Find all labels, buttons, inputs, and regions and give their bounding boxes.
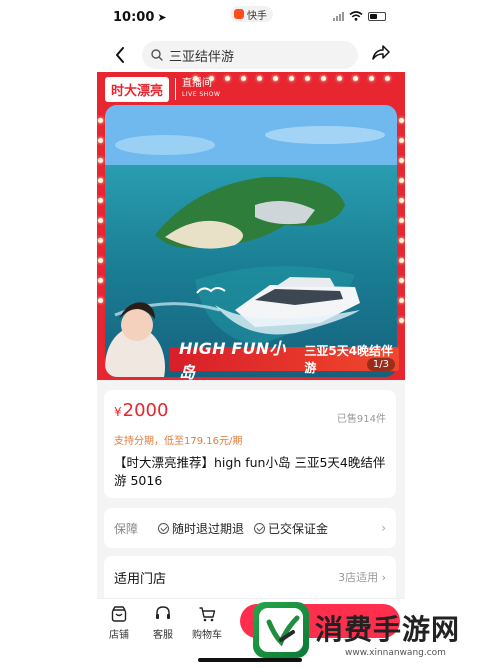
applicable-stores-row[interactable]: 适用门店 3店适用 › — [104, 556, 396, 598]
sold-count: 已售914件 — [336, 414, 386, 425]
chevron-right-icon: › — [381, 521, 386, 535]
location-arrow-icon: ➤ — [157, 11, 167, 24]
store-tab[interactable]: 店铺 — [99, 605, 139, 641]
search-input[interactable]: 三亚结伴游 — [142, 41, 358, 69]
hero-title: HIGH FUN小岛 — [179, 339, 286, 380]
search-query: 三亚结伴游 — [169, 49, 235, 65]
customer-service-label: 客服 — [153, 630, 173, 641]
back-to-app-pill[interactable]: 快手 — [230, 6, 273, 22]
stores-count: 3店适用 › — [338, 571, 386, 584]
nav-bar: 三亚结伴游 — [0, 38, 500, 72]
price-value: 2000 — [122, 400, 169, 421]
guarantee-item: 已交保证金 — [254, 520, 328, 537]
product-hero-carousel[interactable]: 时大漂亮 直播间 LIVE SHOW HIGH FUN小岛 三亚5天4晚结伴游 … — [97, 72, 405, 380]
status-bar: 10:00 ➤ 快手 — [0, 0, 500, 36]
home-indicator — [198, 658, 302, 662]
clock-text: 10:00 — [113, 10, 155, 25]
status-time: 10:00 ➤ — [113, 10, 167, 25]
share-button[interactable] — [371, 44, 393, 66]
cart-tab[interactable]: 购物车 — [187, 605, 227, 641]
kuaishou-app-icon — [234, 9, 244, 19]
product-title: 【时大漂亮推荐】high fun小岛 三亚5天4晚结伴游 5016 — [114, 455, 386, 488]
leaf-check-icon — [266, 615, 300, 647]
headset-icon — [156, 606, 170, 619]
guarantee-item: 随时退过期退 — [158, 520, 244, 537]
customer-service-tab[interactable]: 客服 — [143, 605, 183, 641]
store-tab-label: 店铺 — [109, 630, 129, 641]
guarantee-label: 保障 — [114, 521, 139, 536]
cart-icon — [199, 607, 216, 622]
price: ¥2000 — [114, 400, 168, 421]
guarantee-item-text: 已交保证金 — [268, 521, 329, 536]
back-button[interactable] — [110, 43, 130, 67]
check-circle-icon — [254, 522, 266, 534]
guarantee-row[interactable]: 保障 随时退过期退 已交保证金 › — [104, 508, 396, 548]
wifi-icon — [349, 11, 363, 21]
app-label: 快手 — [247, 10, 267, 22]
store-icon — [111, 606, 127, 622]
battery-icon — [368, 11, 386, 21]
currency-symbol: ¥ — [114, 405, 122, 419]
hero-title-banner: HIGH FUN小岛 三亚5天4晚结伴游 — [169, 339, 399, 380]
stores-label: 适用门店 — [114, 571, 167, 587]
watermark: 消费手游网 www.xinnanwang.com — [253, 602, 493, 664]
check-circle-icon — [158, 522, 170, 534]
watermark-url: www.xinnanwang.com — [345, 648, 446, 658]
marquee-lights — [97, 72, 405, 380]
installment-info[interactable]: 支持分期，低至179.16元/期 — [114, 432, 242, 447]
watermark-logo — [253, 602, 309, 658]
cart-label: 购物车 — [192, 630, 222, 641]
search-icon — [151, 49, 163, 61]
cellular-signal-icon — [333, 11, 344, 21]
status-indicators — [333, 11, 386, 21]
price-card: ¥2000 已售914件 支持分期，低至179.16元/期 【时大漂亮推荐】hi… — [104, 390, 396, 498]
guarantee-item-text: 随时退过期退 — [172, 521, 245, 536]
carousel-page-indicator: 1/3 — [366, 358, 395, 371]
chevron-left-icon — [116, 47, 124, 63]
watermark-text: 消费手游网 — [315, 613, 461, 646]
share-icon — [372, 45, 390, 60]
